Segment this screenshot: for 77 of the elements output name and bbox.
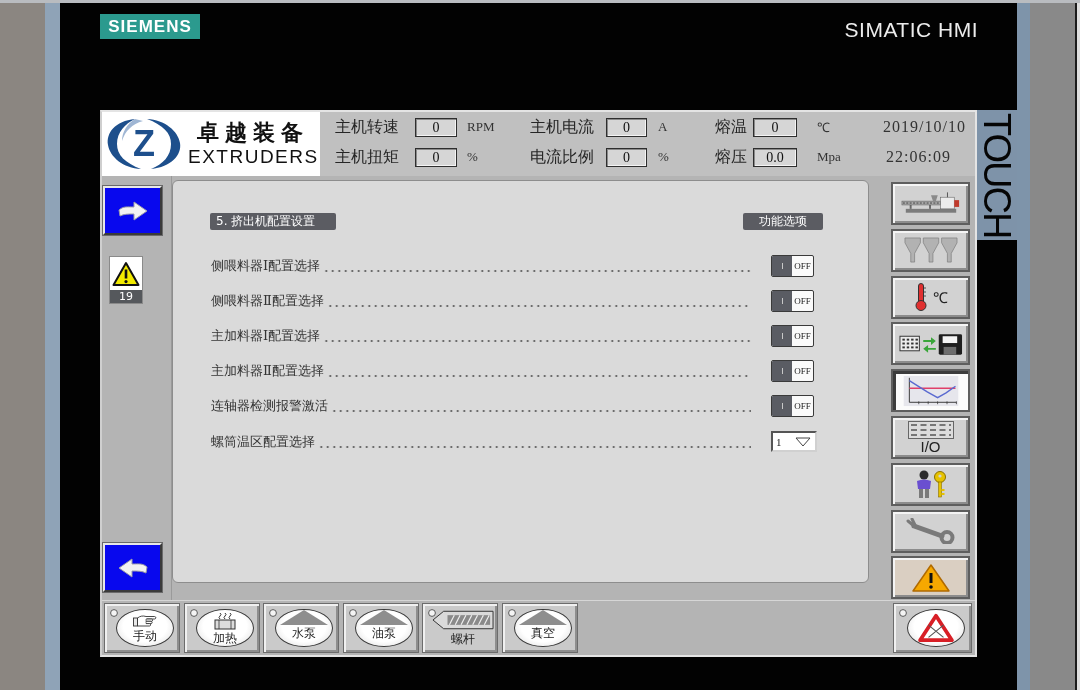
arrow-right-icon xyxy=(117,200,148,221)
setting-label: 连轴器检测报警激活 xyxy=(211,397,328,416)
setting-label: 侧喂料器Ⅱ配置选择 xyxy=(211,291,324,310)
alarm-count: 19 xyxy=(110,290,142,303)
date-label: 2019/10/10 xyxy=(883,118,966,136)
switch-knob[interactable] xyxy=(772,361,792,382)
logo-letter: Z xyxy=(133,124,155,164)
company-name: 卓越装备 xyxy=(197,120,310,146)
function-button[interactable]: 水泵 xyxy=(275,609,333,647)
column-heading: 功能选项 xyxy=(743,213,823,230)
value-field: 0 xyxy=(415,117,457,137)
hoppers-icon xyxy=(902,236,959,264)
back-button[interactable] xyxy=(103,543,162,592)
triangle-icon xyxy=(359,610,408,625)
forward-button[interactable] xyxy=(103,186,162,235)
nav-button[interactable] xyxy=(891,369,970,413)
touch-label: TOUCH xyxy=(978,112,1016,238)
switch-knob[interactable] xyxy=(772,255,792,276)
setting-label: 侧喂料器Ⅰ配置选择 xyxy=(211,256,321,275)
value-field: 0.0 xyxy=(753,147,797,167)
setting-label: 主加料器Ⅱ配置选择 xyxy=(211,362,324,381)
nav-button[interactable]: ℃ xyxy=(891,275,970,319)
caret-icon xyxy=(795,436,811,447)
unit-label: % xyxy=(658,149,669,165)
crossed-triangle-icon xyxy=(915,613,956,643)
switch-knob[interactable] xyxy=(772,325,792,346)
function-button[interactable]: 螺杆 xyxy=(432,610,494,646)
screw-icon xyxy=(432,610,494,630)
function-button[interactable]: 真空 xyxy=(513,609,572,647)
toggle-switch[interactable]: OFF xyxy=(771,289,814,312)
arrow-left-icon xyxy=(117,557,148,578)
setting-label: 主加料器Ⅰ配置选择 xyxy=(211,326,321,345)
toggle-switch[interactable]: OFF xyxy=(771,395,814,418)
section-title: 5. 挤出机配置设置 xyxy=(210,213,336,230)
toggle-switch[interactable]: OFF xyxy=(771,324,814,347)
warning-icon xyxy=(112,260,140,287)
brand-badge: SIEMENS xyxy=(100,14,200,39)
value-field: 0 xyxy=(606,117,647,137)
alarm-indicator[interactable]: 19 xyxy=(109,256,143,304)
toggle-switch[interactable]: OFF xyxy=(771,254,814,277)
value-field: 0 xyxy=(753,117,797,137)
unit-label: Mpa xyxy=(817,149,841,165)
switch-knob[interactable] xyxy=(772,396,792,417)
heater-icon xyxy=(211,611,238,630)
reading-label: 主机转速 xyxy=(335,116,400,137)
alarm-reset-button[interactable] xyxy=(906,609,965,647)
line-chart-icon xyxy=(901,374,960,407)
reading-label: 熔温 xyxy=(715,116,748,137)
warning-icon xyxy=(910,562,951,593)
wrench-icon xyxy=(905,518,956,545)
setting-label: 螺筒温区配置选择 xyxy=(211,432,315,451)
reading-label: 主机扭矩 xyxy=(335,146,400,167)
dropdown[interactable]: 1 xyxy=(771,431,817,453)
triangle-icon xyxy=(280,610,328,625)
function-button[interactable]: 油泵 xyxy=(354,609,413,647)
switch-knob[interactable] xyxy=(772,290,792,311)
reading-label: 电流比例 xyxy=(530,146,595,167)
value-field: 0 xyxy=(606,147,647,167)
unit-label: RPM xyxy=(467,119,495,135)
company-subtitle: EXTRUDERS xyxy=(188,146,319,168)
time-label: 22:06:09 xyxy=(886,148,951,166)
toggle-switch[interactable]: OFF xyxy=(771,360,814,383)
unit-label: A xyxy=(658,119,668,135)
unit-label: ℃ xyxy=(817,119,830,136)
function-button[interactable]: 加热 xyxy=(195,609,254,647)
function-button[interactable]: 手动 xyxy=(116,609,174,647)
nav-button[interactable]: I/O xyxy=(891,416,970,459)
thermometer-icon xyxy=(913,282,928,313)
value-field: 0 xyxy=(415,147,457,167)
unit-label: % xyxy=(467,149,478,165)
model-label: SIMATIC HMI xyxy=(844,18,978,42)
triangle-icon xyxy=(518,610,567,625)
hand-icon xyxy=(133,613,157,628)
reading-label: 熔压 xyxy=(715,146,748,167)
keypad-grid-icon xyxy=(907,421,954,439)
reading-label: 主机电流 xyxy=(530,116,595,137)
nav-button[interactable] xyxy=(891,322,970,366)
